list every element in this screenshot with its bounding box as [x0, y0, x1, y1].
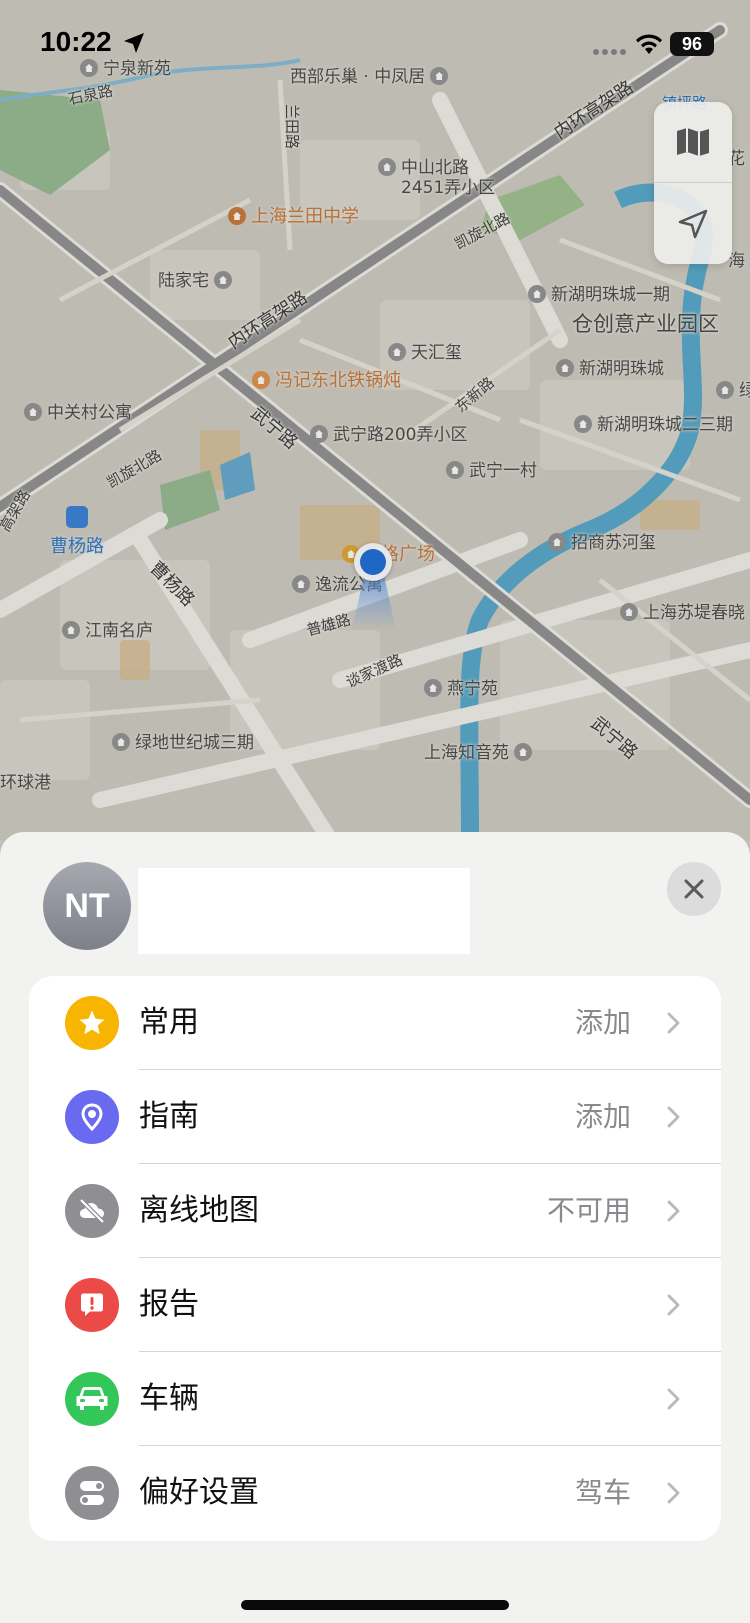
toggles-icon [65, 1466, 119, 1520]
poi-text: 燕宁苑 [447, 679, 498, 699]
poi-text: 上海苏堤春晓 [643, 603, 745, 623]
map-poi-label[interactable]: 中山北路 2451弄小区 [378, 158, 495, 198]
map-poi-label[interactable]: 武宁路200弄小区 [310, 420, 467, 445]
map-poi-label: 绿 [716, 376, 750, 401]
wifi-icon [636, 34, 662, 54]
poi-text: 冯记东北铁锅炖 [275, 370, 401, 391]
close-button[interactable] [667, 862, 721, 916]
poi-text: 江南名庐 [85, 621, 153, 641]
map-poi-label[interactable]: 招商苏河玺 [548, 528, 656, 553]
poi-text: 陆家宅 [158, 271, 209, 291]
poi-text: 中山北路 2451弄小区 [401, 158, 496, 198]
account-sheet: NT 常用 添加 指南 添加 离线地图 不可用 报告 车辆 偏好设置 驾车 [0, 832, 750, 1623]
map-mode-button[interactable] [654, 102, 732, 183]
menu-label: 常用 [139, 1005, 199, 1040]
cloud-off-icon [65, 1184, 119, 1238]
poi-text: 新湖明珠城一期 [551, 285, 670, 305]
map-poi-label[interactable]: 绿地世纪城三期 [112, 728, 254, 753]
map-area-label: 仓创意产业园区 [572, 312, 719, 336]
map-view[interactable]: 宁泉新苑 西部乐巢 · 中凤居 石泉路 中山北路 2451弄小区 上海兰田中学 … [0, 0, 750, 840]
poi-text: 曹杨路 [50, 536, 104, 557]
metro-icon [66, 506, 88, 528]
map-poi-label[interactable]: 燕宁苑 [424, 674, 498, 699]
menu-label: 离线地图 [139, 1193, 259, 1228]
menu-label: 偏好设置 [139, 1475, 259, 1510]
close-icon [684, 879, 704, 899]
poi-text: 武宁一村 [469, 461, 537, 481]
car-icon [65, 1372, 119, 1426]
map-poi-label[interactable]: 中关村公寓 [24, 398, 132, 423]
report-bubble-icon [65, 1278, 119, 1332]
chevron-right-icon [667, 1482, 680, 1504]
chevron-right-icon [667, 1294, 680, 1316]
home-indicator[interactable] [241, 1600, 509, 1610]
account-name-redacted [138, 868, 470, 954]
poi-text: 绿 [739, 381, 750, 401]
status-time: 10:22 [40, 26, 112, 57]
poi-text: 环球港 [0, 773, 51, 793]
map-icon [677, 128, 709, 156]
map-poi-label[interactable]: 上海知音苑 [424, 738, 537, 763]
map-poi-label[interactable]: 天汇玺 [388, 338, 462, 363]
map-poi-label[interactable]: 新湖明珠城 [556, 354, 664, 379]
menu-value: 驾车 [574, 1476, 631, 1509]
star-icon [65, 996, 119, 1050]
menu-row-preferences[interactable]: 偏好设置 驾车 [29, 1446, 721, 1540]
poi-text: 武宁路200弄小区 [333, 425, 468, 445]
map-poi-label[interactable]: 江南名庐 [62, 616, 153, 641]
account-menu: 常用 添加 指南 添加 离线地图 不可用 报告 车辆 偏好设置 驾车 [29, 976, 721, 1541]
menu-row-reports[interactable]: 报告 [29, 1258, 721, 1352]
poi-text: 新湖明珠城二三期 [597, 415, 733, 435]
poi-text: 绿地世纪城三期 [135, 733, 254, 753]
menu-row-vehicles[interactable]: 车辆 [29, 1352, 721, 1446]
poi-text: 新湖明珠城 [579, 359, 664, 379]
poi-text: 中关村公寓 [47, 403, 132, 423]
poi-text: 天汇玺 [411, 343, 462, 363]
menu-value: 不可用 [546, 1194, 631, 1227]
track-location-button[interactable] [654, 183, 732, 264]
map-transit-label[interactable]: 曹杨路 [50, 532, 104, 558]
poi-text: 招商苏河玺 [571, 533, 656, 553]
battery-indicator: 96 [670, 32, 714, 56]
menu-label: 报告 [139, 1287, 199, 1322]
menu-row-favorites[interactable]: 常用 添加 [29, 976, 721, 1070]
map-controls [654, 102, 732, 264]
menu-label: 指南 [139, 1099, 199, 1134]
menu-row-guides[interactable]: 指南 添加 [29, 1070, 721, 1164]
user-location-dot[interactable] [354, 543, 392, 581]
chevron-right-icon [667, 1106, 680, 1128]
chevron-right-icon [667, 1388, 680, 1410]
map-poi-label[interactable]: 冯记东北铁锅炖 [252, 366, 401, 392]
signal-dots-icon [593, 49, 626, 55]
map-poi-label: 环球港 [0, 768, 51, 793]
map-poi-label[interactable]: 上海苏堤春晓 [620, 598, 745, 623]
poi-text: 上海兰田中学 [251, 206, 359, 227]
chevron-right-icon [667, 1012, 680, 1034]
menu-row-offline-maps[interactable]: 离线地图 不可用 [29, 1164, 721, 1258]
map-poi-label[interactable]: 新湖明珠城二三期 [574, 410, 733, 435]
map-poi-label[interactable]: 陆家宅 [158, 266, 237, 291]
road-label: 兰田路 [283, 103, 302, 150]
status-bar: 10:22 96 [0, 0, 750, 90]
menu-value: 添加 [574, 1006, 631, 1039]
map-poi-label[interactable]: 新湖明珠城一期 [528, 280, 670, 305]
location-arrow-icon [124, 33, 144, 53]
menu-value: 添加 [574, 1100, 631, 1133]
chevron-right-icon [667, 1200, 680, 1222]
poi-text: 上海知音苑 [424, 743, 509, 763]
map-poi-label[interactable]: 武宁一村 [446, 456, 537, 481]
location-arrow-outline-icon [678, 209, 708, 238]
guide-pin-icon [65, 1090, 119, 1144]
avatar[interactable]: NT [43, 862, 131, 950]
map-poi-label[interactable]: 上海兰田中学 [228, 202, 359, 228]
menu-label: 车辆 [139, 1381, 199, 1416]
